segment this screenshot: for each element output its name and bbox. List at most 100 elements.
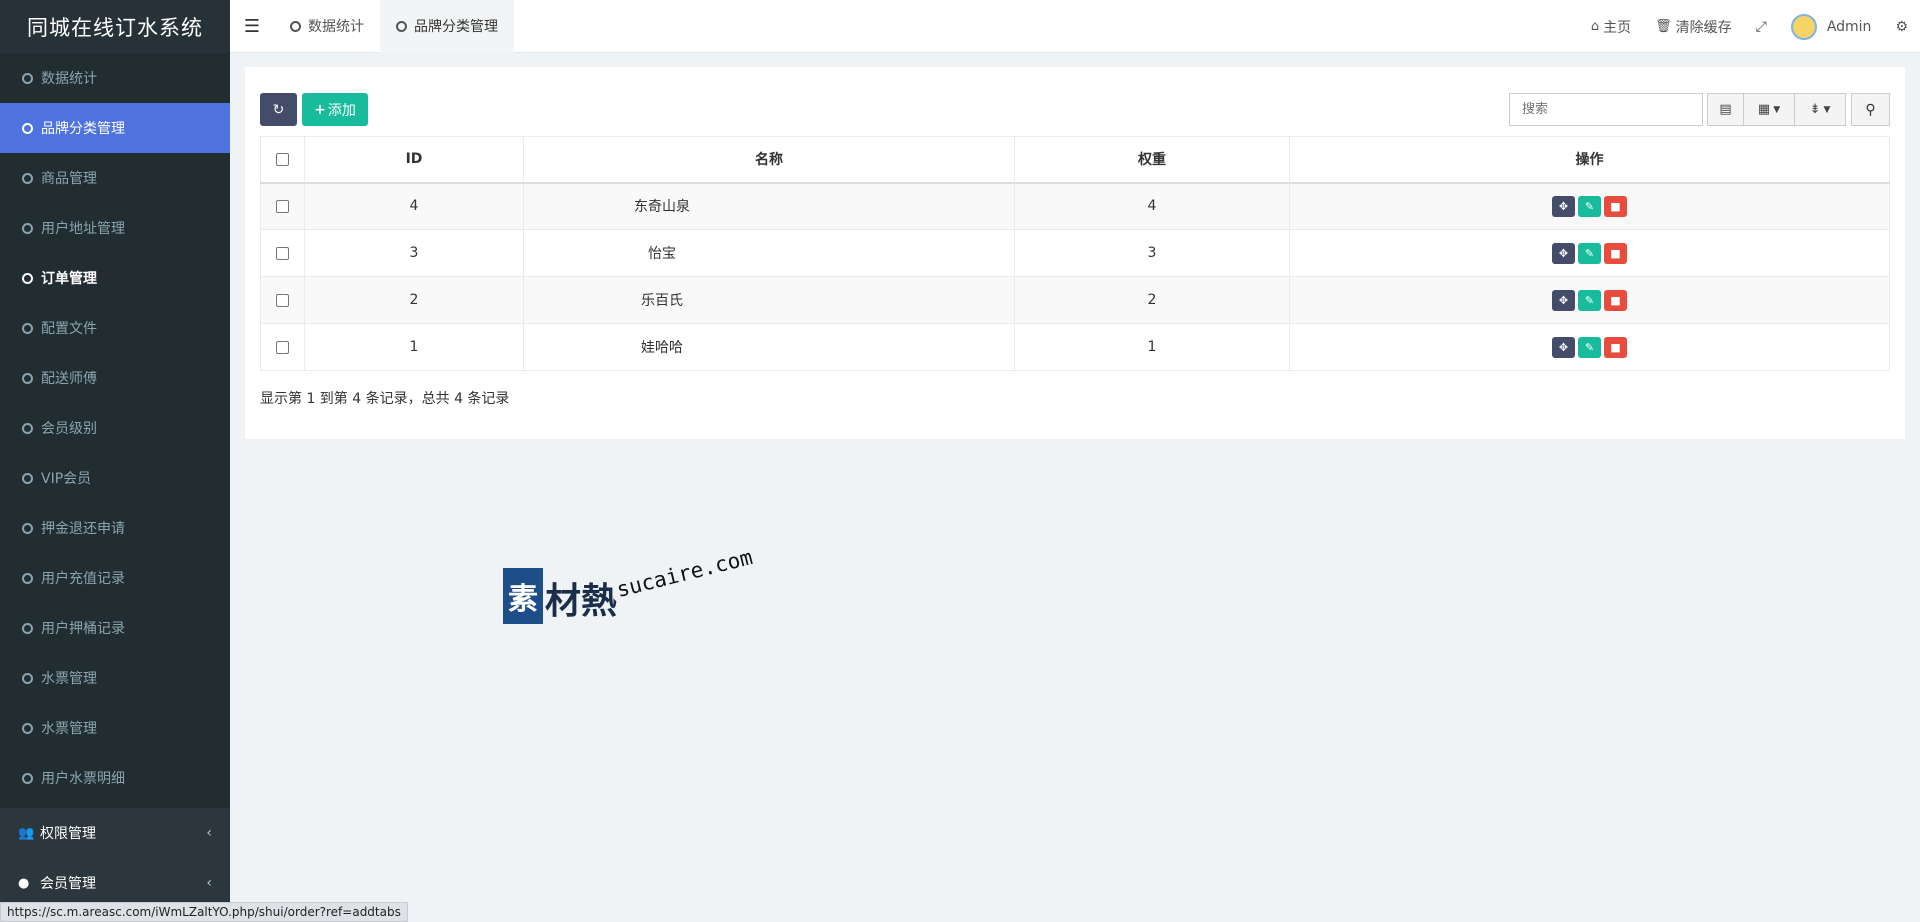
top-navbar: ☰ 数据统计 品牌分类管理 ⌂ 主页 🗑 清除缓存 ⤢ Admin ⚙: [230, 0, 1920, 53]
circle-icon: [22, 72, 33, 84]
tab-brand-category[interactable]: 品牌分类管理: [380, 0, 514, 53]
drag-handle-icon[interactable]: ✥: [1552, 289, 1575, 311]
sidebar-item-orders[interactable]: 订单管理: [0, 253, 230, 303]
edit-pencil-icon[interactable]: ✎: [1578, 336, 1601, 358]
tab-label: 数据统计: [308, 19, 364, 35]
sidebar-item-label: 配送师傅: [41, 371, 97, 387]
delete-trash-icon[interactable]: ■: [1604, 195, 1627, 217]
columns-button[interactable]: ▦ ▼: [1743, 93, 1795, 126]
cell-weight: 3: [1014, 229, 1290, 277]
sidebar-item-label: 商品管理: [41, 171, 97, 187]
circle-icon: [22, 272, 33, 284]
cell-name-text: 东奇山泉: [634, 199, 690, 216]
sidebar-item-label: 品牌分类管理: [41, 121, 125, 137]
sidebar-item-config[interactable]: 配置文件: [0, 303, 230, 353]
cell-name: 怡宝: [523, 229, 1015, 277]
sidebar-item-water-ticket-2[interactable]: 水票管理: [0, 703, 230, 753]
tab-stats[interactable]: 数据统计: [274, 0, 380, 53]
row-checkbox[interactable]: [276, 293, 289, 307]
sidebar-item-products[interactable]: 商品管理: [0, 153, 230, 203]
sidebar-item-label: 用户水票明细: [41, 771, 125, 787]
drag-handle-icon[interactable]: ✥: [1552, 336, 1575, 358]
refresh-button[interactable]: ↻: [260, 93, 297, 126]
drag-handle-icon[interactable]: ✥: [1552, 242, 1575, 264]
fullscreen-icon[interactable]: ⤢: [1744, 0, 1779, 53]
sidebar-group-label: 会员管理: [40, 876, 96, 892]
cell-actions: ✥ ✎ ■: [1289, 276, 1890, 324]
sidebar-item-deposit-refund[interactable]: 押金退还申请: [0, 503, 230, 553]
sidebar-item-ticket-detail[interactable]: 用户水票明细: [0, 753, 230, 803]
users-icon: 👥: [18, 825, 35, 841]
search-button[interactable]: ⚲: [1851, 93, 1890, 126]
sidebar-group-label: 权限管理: [40, 826, 96, 842]
add-button[interactable]: + 添加: [302, 93, 368, 126]
delete-trash-icon[interactable]: ■: [1604, 242, 1627, 264]
circle-icon: [22, 372, 33, 384]
sidebar-item-user-address[interactable]: 用户地址管理: [0, 203, 230, 253]
watermark-logo: 素 材熱: [503, 568, 617, 624]
edit-pencil-icon[interactable]: ✎: [1578, 289, 1601, 311]
select-all-checkbox[interactable]: [276, 152, 289, 166]
sidebar-item-label: 水票管理: [41, 671, 97, 687]
plus-icon: +: [314, 101, 326, 118]
cell-name: 东奇山泉: [523, 182, 1015, 230]
sidebar-item-brand-category[interactable]: 品牌分类管理: [0, 103, 230, 153]
circle-icon: [22, 122, 33, 134]
table-row: 3 怡宝 3 ✥ ✎ ■: [260, 229, 1890, 277]
avatar: [1790, 13, 1817, 40]
sidebar-item-label: VIP会员: [41, 471, 92, 487]
row-select-cell: [260, 323, 305, 371]
cell-actions: ✥ ✎ ■: [1289, 323, 1890, 371]
sidebar-group-members[interactable]: ● 会员管理 ‹: [0, 858, 230, 908]
edit-pencil-icon[interactable]: ✎: [1578, 195, 1601, 217]
circle-icon: [22, 322, 33, 334]
export-button[interactable]: ⇟ ▼: [1794, 93, 1846, 126]
drag-handle-icon[interactable]: ✥: [1552, 195, 1575, 217]
delete-trash-icon[interactable]: ■: [1604, 289, 1627, 311]
caret-down-icon: ▼: [1823, 104, 1831, 115]
refresh-icon: ↻: [272, 101, 285, 118]
top-right-actions: ⌂ 主页 🗑 清除缓存 ⤢ Admin ⚙: [1579, 0, 1920, 53]
circle-icon: [22, 222, 33, 234]
row-checkbox[interactable]: [276, 340, 289, 354]
cell-name-text: 乐百氏: [641, 293, 683, 309]
toggle-view-button[interactable]: ▤: [1707, 93, 1744, 126]
menu-toggle-icon[interactable]: ☰: [230, 0, 274, 53]
user-menu[interactable]: Admin: [1779, 0, 1884, 53]
cell-weight: 4: [1014, 182, 1290, 230]
search-input[interactable]: [1509, 93, 1703, 126]
cell-weight: 1: [1014, 323, 1290, 371]
circle-icon: [22, 522, 33, 534]
content-panel: ↻ +添加 ▤ ▦▼ ⇟▼ ⚲ ID 名称 权重 操作 4 东奇山泉 4: [245, 67, 1905, 439]
chevron-left-icon: ‹: [206, 875, 212, 891]
clear-cache-button[interactable]: 🗑 清除缓存: [1643, 0, 1744, 53]
cell-name: 乐百氏: [523, 276, 1015, 324]
header-weight[interactable]: 权重: [1014, 136, 1290, 184]
circle-icon: [22, 472, 33, 484]
sidebar-item-member-level[interactable]: 会员级别: [0, 403, 230, 453]
select-all-cell: [260, 136, 305, 184]
edit-pencil-icon[interactable]: ✎: [1578, 242, 1601, 264]
sidebar-item-label: 数据统计: [41, 71, 97, 87]
sidebar-item-water-ticket[interactable]: 水票管理: [0, 653, 230, 703]
row-checkbox[interactable]: [276, 199, 289, 213]
sidebar-item-recharge[interactable]: 用户充值记录: [0, 553, 230, 603]
toolbar: ↻ + 添加: [260, 93, 368, 126]
row-checkbox[interactable]: [276, 246, 289, 260]
header-actions: 操作: [1289, 136, 1890, 184]
table-row: 2 乐百氏 2 ✥ ✎ ■: [260, 276, 1890, 324]
settings-icon[interactable]: ⚙: [1883, 0, 1920, 53]
sidebar-item-stats[interactable]: 数据统计: [0, 53, 230, 103]
user-name: Admin: [1826, 18, 1872, 35]
sidebar-group-permissions[interactable]: 👥 权限管理 ‹: [0, 808, 230, 858]
header-id[interactable]: ID: [304, 136, 524, 184]
search-icon: ⚲: [1865, 101, 1876, 118]
sidebar-item-vip[interactable]: VIP会员: [0, 453, 230, 503]
home-link[interactable]: ⌂ 主页: [1579, 0, 1643, 53]
delete-trash-icon[interactable]: ■: [1604, 336, 1627, 358]
sidebar-item-bucket-deposit[interactable]: 用户押桶记录: [0, 603, 230, 653]
sidebar-item-delivery[interactable]: 配送师傅: [0, 353, 230, 403]
sidebar-item-label: 水票管理: [41, 721, 97, 737]
header-name[interactable]: 名称: [523, 136, 1015, 184]
cell-name: 娃哈哈: [523, 323, 1015, 371]
